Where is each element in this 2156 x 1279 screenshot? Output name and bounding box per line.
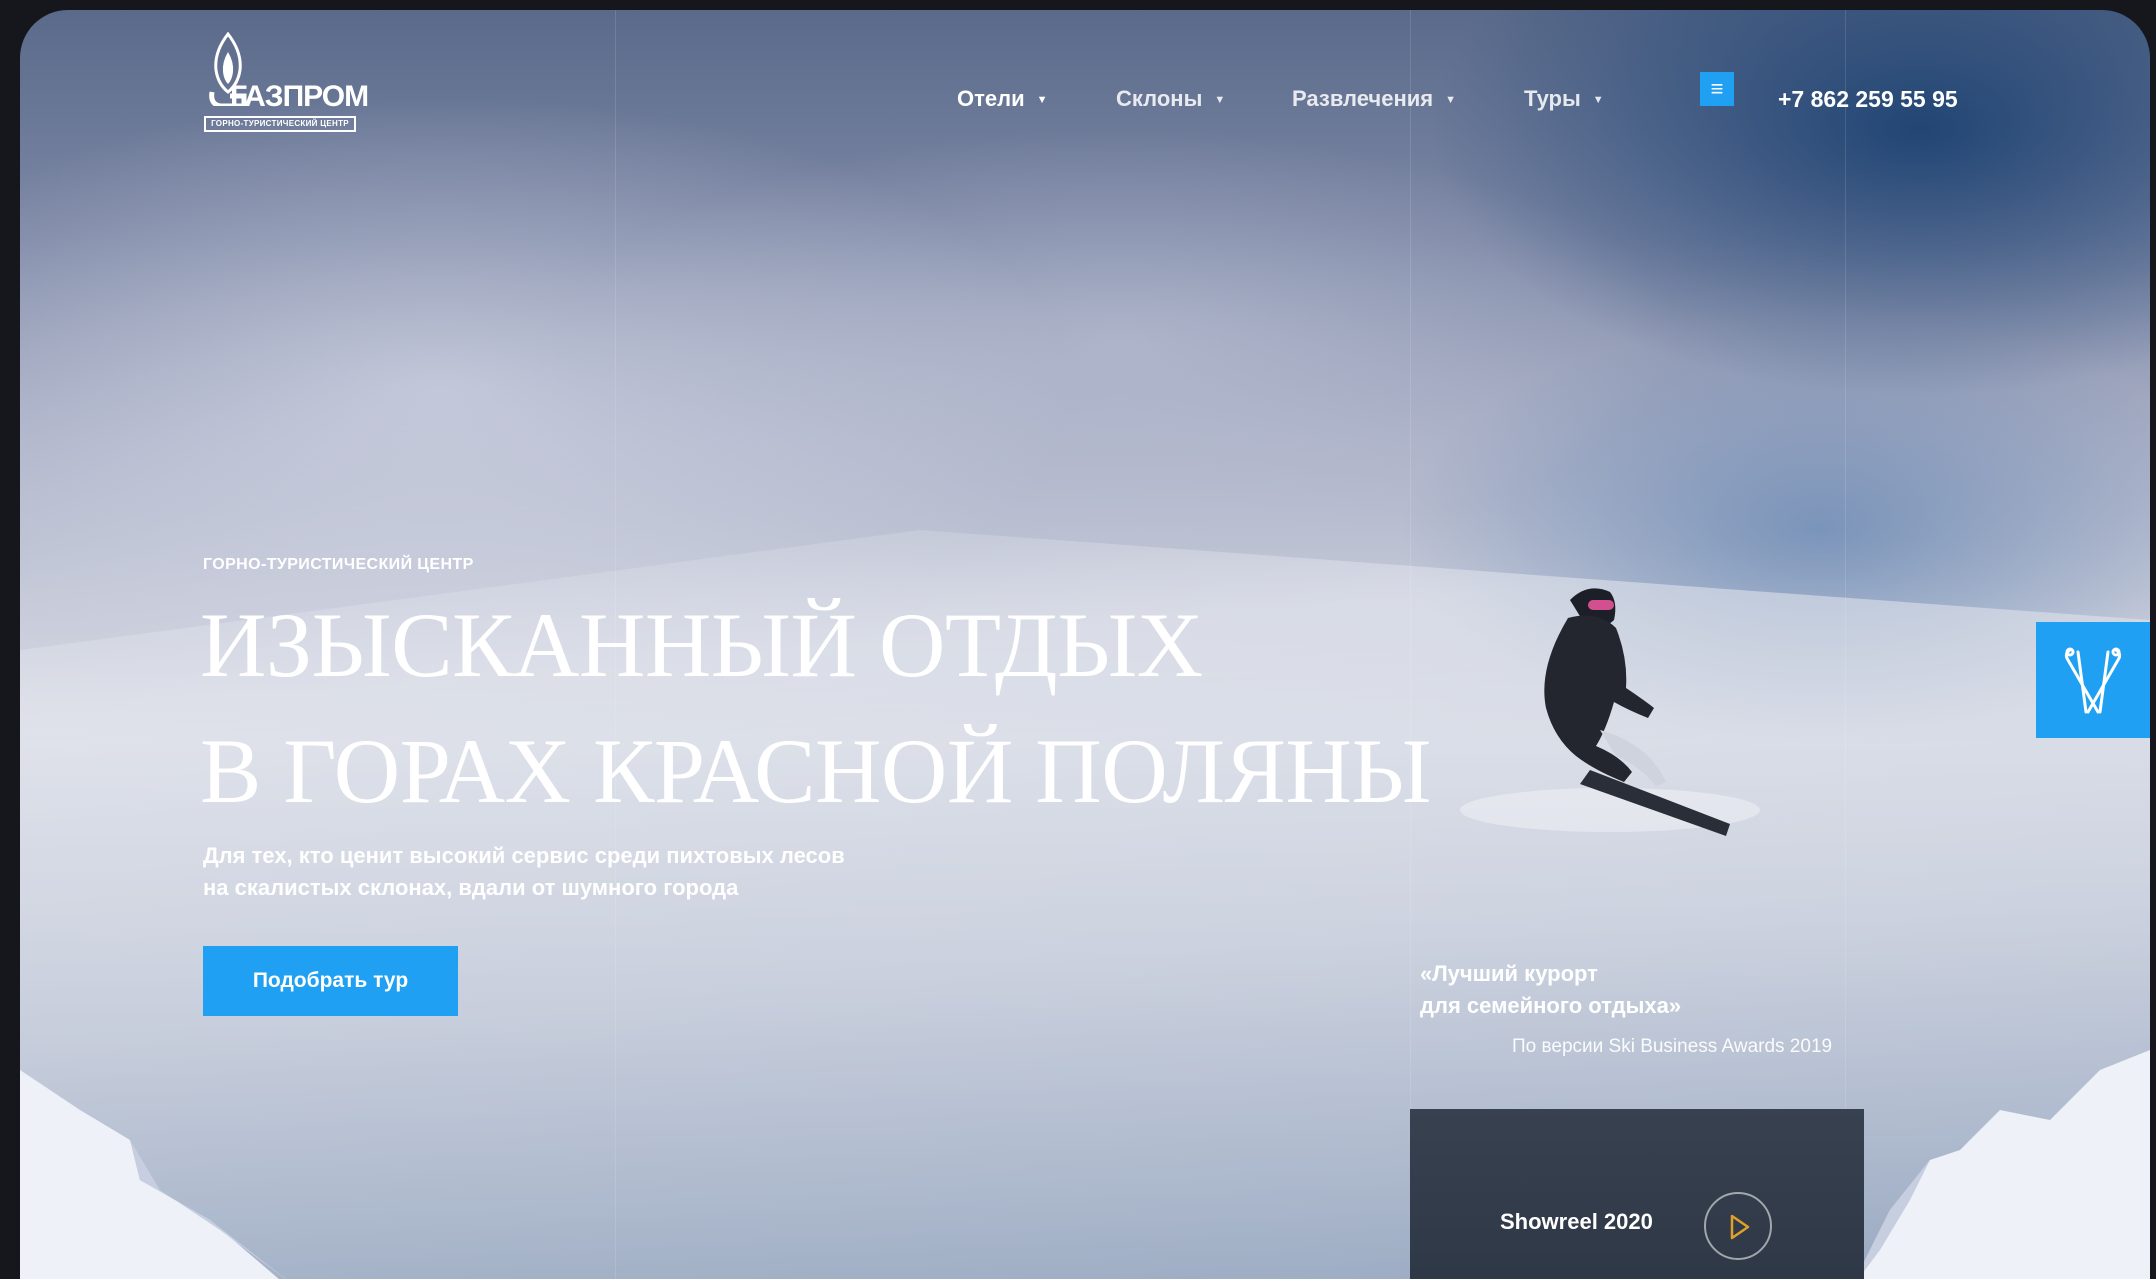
caret-down-icon: ▼ (1214, 94, 1226, 106)
nav-item-hotels[interactable]: Отели ▼ (957, 86, 1048, 112)
logo[interactable]: ГАЗПРОМ ГОРНО-ТУРИСТИЧЕСКИЙ ЦЕНТР (202, 24, 369, 134)
logo-subtitle: ГОРНО-ТУРИСТИЧЕСКИЙ ЦЕНТР (204, 116, 356, 132)
caret-down-icon: ▼ (1036, 94, 1048, 106)
nav-item-label: Отели (957, 86, 1025, 111)
menu-button[interactable]: ≡ (1700, 72, 1734, 106)
hero-subtext-line: Для тех, кто ценит высокий сервис среди … (203, 843, 845, 868)
logo-wordmark: ГАЗПРОМ (230, 80, 369, 113)
play-icon (1730, 1214, 1750, 1240)
hero-subtext-line: на скалистых склонах, вдали от шумного г… (203, 875, 739, 900)
caret-down-icon: ▼ (1445, 94, 1456, 106)
mountain-decoration-right (1855, 1050, 2150, 1279)
snowboarder-image (1460, 588, 1760, 836)
hero-headline-line: ИЗЫСКАННЫЙ ОТДЫХ (200, 594, 1203, 696)
caret-down-icon: ▼ (1592, 94, 1604, 106)
award-quote: «Лучший курорт для семейного отдыха» (1420, 958, 1681, 1022)
hero-headline-line: В ГОРАХ КРАСНОЙ ПОЛЯНЫ (200, 720, 1432, 822)
side-widget-button[interactable] (2036, 622, 2150, 738)
showreel-card[interactable]: Showreel 2020 (1410, 1109, 1864, 1279)
pick-tour-button[interactable]: Подобрать тур (203, 946, 458, 1016)
nav-item-entertainment[interactable]: Развлечения ▼ (1292, 86, 1456, 112)
hero-headline: ИЗЫСКАННЫЙ ОТДЫХ В ГОРАХ КРАСНОЙ ПОЛЯНЫ (200, 582, 1432, 834)
play-button[interactable] (1704, 1192, 1772, 1260)
nav-item-label: Туры (1524, 86, 1581, 111)
showreel-label: Showreel 2020 (1500, 1209, 1653, 1234)
nav-item-label: Развлечения (1292, 86, 1434, 111)
nav-item-slopes[interactable]: Склоны ▼ (1116, 86, 1225, 112)
award-quote-line: «Лучший курорт (1420, 961, 1598, 986)
hamburger-icon: ≡ (1710, 76, 1724, 101)
phone-link[interactable]: +7 862 259 55 95 (1778, 86, 1958, 113)
hero-eyebrow: ГОРНО-ТУРИСТИЧЕСКИЙ ЦЕНТР (203, 556, 474, 573)
award-quote-line: для семейного отдыха» (1420, 993, 1682, 1018)
hero-page: ГАЗПРОМ ГОРНО-ТУРИСТИЧЕСКИЙ ЦЕНТР Отели ▼… (20, 10, 2150, 1279)
mountain-decoration-left (20, 1070, 286, 1279)
nav-item-tours[interactable]: Туры ▼ (1524, 86, 1604, 112)
grid-line (1845, 10, 1846, 1279)
nav-item-label: Склоны (1116, 86, 1203, 111)
ski-poles-icon (2064, 647, 2122, 714)
hero-subtext: Для тех, кто ценит высокий сервис среди … (203, 840, 845, 904)
award-source: По версии Ski Business Awards 2019 (1512, 1036, 1833, 1057)
